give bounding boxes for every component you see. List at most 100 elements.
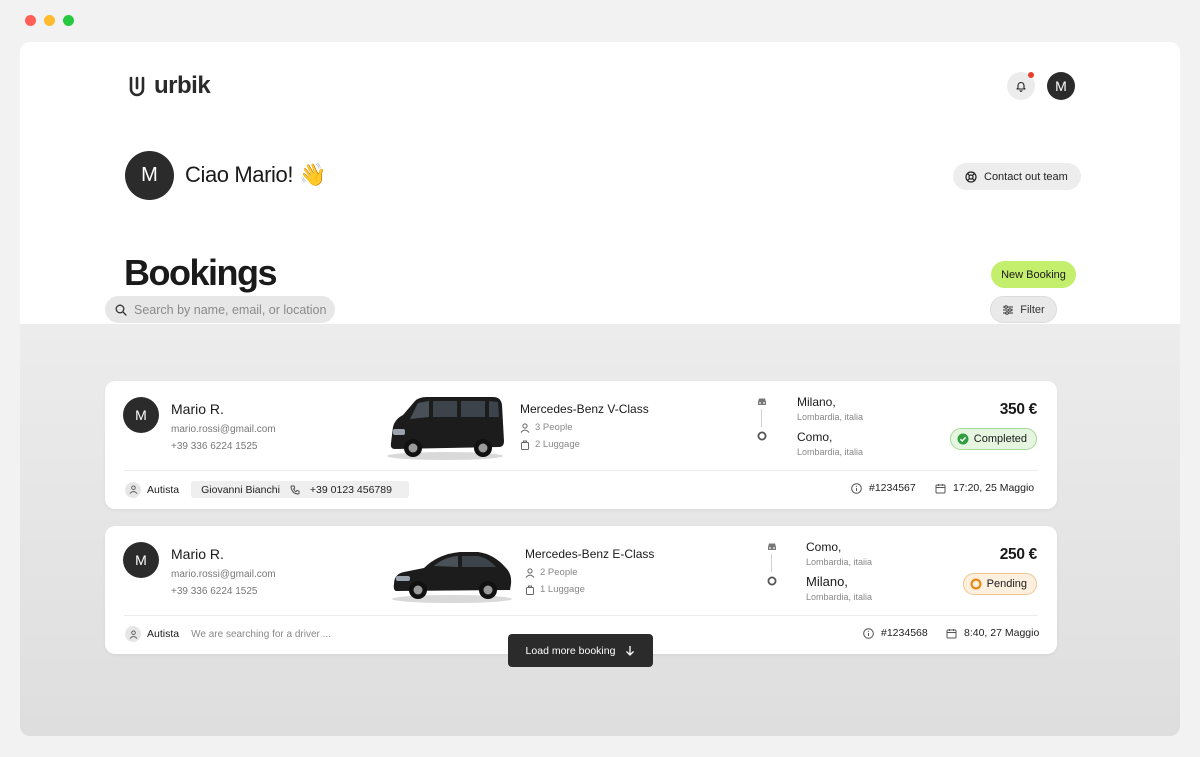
luggage-icon	[520, 440, 530, 450]
sliders-icon	[1002, 304, 1014, 316]
people-count: 3 People	[535, 422, 573, 433]
luggage-count: 1 Luggage	[540, 584, 585, 595]
booking-card[interactable]: M Mario R. mario.rossi@gmail.com +39 336…	[105, 381, 1057, 509]
driver-search-status: We are searching for a driver ...	[191, 628, 331, 640]
driver-label: Autista	[147, 628, 180, 640]
car-icon	[757, 397, 767, 406]
support-icon	[965, 170, 977, 183]
pickup-region: Lombardia, itaiia	[806, 557, 873, 567]
car-icon	[767, 542, 777, 551]
wave-emoji: 👋	[299, 162, 327, 187]
search-input[interactable]	[134, 302, 334, 317]
booking-id-text: #1234568	[881, 627, 928, 639]
urbik-logo-icon	[128, 75, 150, 97]
price: 350 €	[999, 401, 1038, 418]
status-badge: Completed	[949, 428, 1037, 450]
car-image-van	[385, 393, 505, 461]
luggage-icon	[525, 585, 535, 595]
luggage: 1 Luggage	[525, 584, 585, 595]
customer-name: Mario R.	[171, 401, 224, 417]
brand-logo[interactable]: urbik	[128, 72, 211, 100]
bell-icon	[1015, 80, 1027, 92]
customer-email: mario.rossi@gmail.com	[171, 569, 276, 580]
minimize-dot[interactable]	[44, 15, 55, 26]
passengers: 2 People	[525, 567, 578, 578]
new-booking-button[interactable]: New Booking	[991, 261, 1076, 288]
price: 250 €	[999, 546, 1038, 563]
datetime-text: 8:40, 27 Maggio	[964, 627, 1040, 639]
phone-icon	[290, 485, 300, 495]
status-badge: Pending	[962, 573, 1037, 595]
luggage: 2 Luggage	[520, 439, 580, 450]
booking-datetime: 8:40, 27 Maggio	[946, 627, 1039, 639]
person-icon	[525, 567, 535, 578]
filter-button[interactable]: Filter	[990, 296, 1057, 323]
search-icon	[115, 304, 127, 316]
info-icon	[863, 627, 874, 639]
calendar-icon	[935, 483, 946, 494]
destination-icon	[757, 431, 767, 441]
dropoff-city: Milano,	[806, 574, 848, 589]
info-icon	[851, 482, 862, 494]
people-count: 2 People	[540, 567, 578, 578]
dropoff-region: Lombardia, italia	[806, 592, 873, 602]
route-line	[771, 554, 772, 572]
dropoff-region: Lombardia, italia	[797, 447, 864, 457]
contact-team-label: Contact out team	[984, 170, 1068, 183]
pending-circle-icon	[970, 578, 982, 590]
close-dot[interactable]	[25, 15, 36, 26]
booking-id-text: #1234567	[869, 482, 916, 494]
customer-email: mario.rossi@gmail.com	[171, 424, 276, 435]
search-bar	[105, 296, 335, 323]
maximize-dot[interactable]	[63, 15, 74, 26]
customer-name: Mario R.	[171, 546, 224, 562]
driver-info: Autista We are searching for a driver ..…	[125, 626, 331, 642]
booking-datetime: 17:20, 25 Maggio	[935, 482, 1034, 494]
car-model: Mercedes-Benz V-Class	[520, 402, 649, 416]
luggage-count: 2 Luggage	[535, 439, 580, 450]
driver-icon	[125, 481, 141, 498]
header-section: urbik M M Ciao Mario! 👋 Contact out team…	[20, 42, 1180, 324]
user-avatar[interactable]: M	[1047, 72, 1075, 100]
datetime-text: 17:20, 25 Maggio	[953, 482, 1035, 494]
passengers: 3 People	[520, 422, 573, 433]
car-model: Mercedes-Benz E-Class	[525, 547, 655, 561]
person-icon	[520, 422, 530, 433]
booking-id: #1234568	[863, 627, 928, 639]
load-more-button[interactable]: Load more booking	[508, 634, 653, 667]
notifications-button[interactable]	[1007, 72, 1035, 100]
arrow-down-icon	[625, 645, 635, 656]
check-circle-icon	[957, 433, 969, 445]
driver-contact: Giovanni Bianchi +39 0123 456789	[191, 481, 410, 498]
greeting-text: Ciao Mario!	[185, 162, 294, 187]
notification-dot	[1028, 72, 1034, 78]
route-line	[761, 409, 762, 427]
status-label: Completed	[973, 433, 1027, 445]
driver-label: Autista	[147, 483, 180, 496]
customer-avatar: M	[123, 397, 159, 433]
pickup-city: Milano,	[797, 395, 836, 409]
load-more-label: Load more booking	[525, 644, 616, 657]
driver-phone[interactable]: +39 0123 456789	[310, 484, 392, 496]
pickup-city: Como,	[806, 540, 842, 554]
customer-avatar: M	[123, 542, 159, 578]
contact-team-button[interactable]: Contact out team	[953, 163, 1081, 190]
car-image-sedan	[390, 544, 514, 604]
destination-icon	[767, 576, 777, 586]
driver-info: Autista Giovanni Bianchi +39 0123 456789	[125, 481, 410, 498]
greeting: Ciao Mario! 👋	[185, 162, 326, 188]
booking-id: #1234567	[851, 482, 916, 494]
customer-phone: +39 336 6224 1525	[171, 441, 258, 452]
customer-phone: +39 336 6224 1525	[171, 586, 258, 597]
filter-label: Filter	[1020, 303, 1045, 316]
calendar-icon	[946, 628, 957, 639]
driver-name: Giovanni Bianchi	[201, 483, 280, 496]
card-divider	[124, 470, 1038, 471]
dropoff-city: Como,	[797, 430, 833, 444]
pickup-region: Lombardia, italia	[797, 412, 864, 422]
greeting-avatar: M	[125, 151, 174, 200]
driver-icon	[125, 626, 141, 642]
status-label: Pending	[986, 578, 1027, 590]
page-title: Bookings	[124, 252, 278, 293]
brand-name: urbik	[154, 72, 211, 99]
